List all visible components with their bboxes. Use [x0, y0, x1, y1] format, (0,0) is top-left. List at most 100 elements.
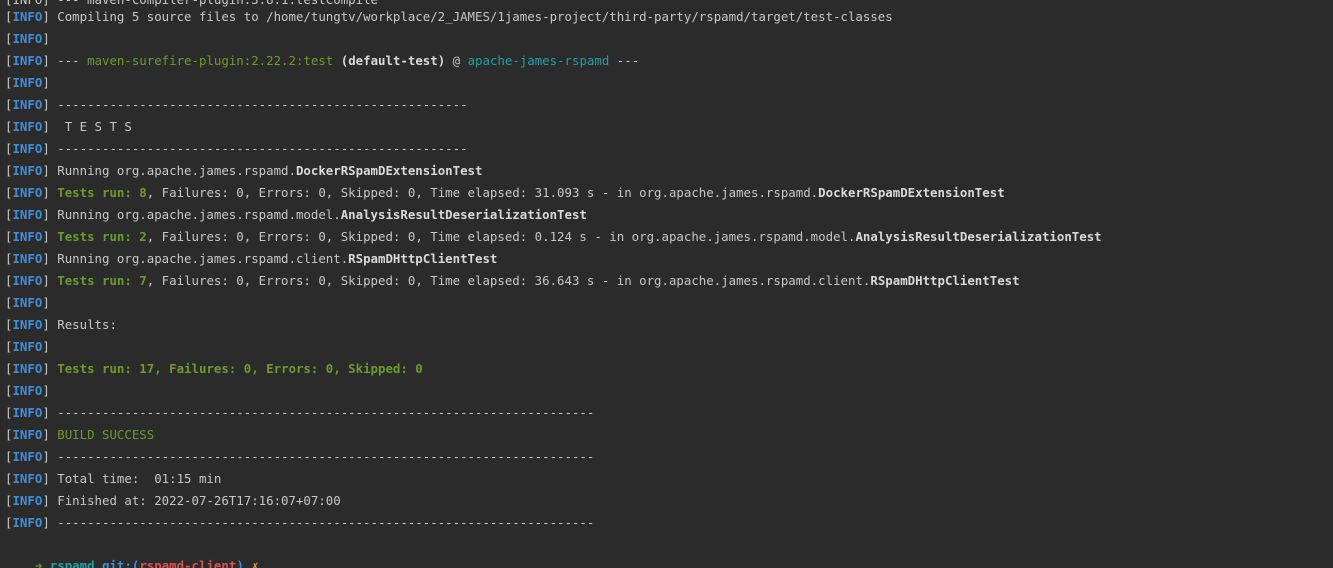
log-level: INFO [12, 383, 43, 398]
log-text: , Failures: 0, Errors: 0, Skipped: 0, Ti… [146, 185, 819, 200]
log-line: [INFO] Tests run: 7, Failures: 0, Errors… [0, 270, 1102, 292]
log-text: BUILD SUCCESS [57, 427, 155, 442]
log-line: [INFO] BUILD SUCCESS [0, 424, 1102, 446]
bracket-close: ] [42, 317, 58, 332]
log-text: Running org.apache.james.rspamd. [57, 163, 296, 178]
dirty-marker-icon: ✗ [251, 558, 259, 568]
log-text: ----------------------------------------… [57, 515, 595, 530]
log-line: [INFO] Finished at: 2022-07-26T17:16:07+… [0, 490, 1102, 512]
bracket-close: ] [42, 251, 58, 266]
log-text: @ [445, 53, 468, 68]
log-level: INFO [12, 75, 43, 90]
bracket-close: ] [42, 273, 58, 288]
bracket-close: ] [42, 31, 58, 46]
bracket-close: ] [42, 427, 58, 442]
log-line: [INFO] T E S T S [0, 116, 1102, 138]
bracket-close: ] [42, 449, 58, 464]
bracket-close: ] [42, 295, 58, 310]
log-level: INFO [12, 207, 43, 222]
log-level: INFO [12, 141, 43, 156]
bracket-close: ] [42, 339, 58, 354]
log-text: --- [609, 53, 640, 68]
bracket-close: ] [42, 75, 58, 90]
log-level: INFO [12, 317, 43, 332]
git-label-close: ) [236, 558, 244, 568]
log-line: [INFO] Compiling 5 source files to /home… [0, 6, 1102, 28]
log-text: ----------------------------------------… [57, 405, 595, 420]
log-line: [INFO] Running org.apache.james.rspamd.c… [0, 248, 1102, 270]
log-line: [INFO] [0, 28, 1102, 50]
terminal-window[interactable]: [INFO] --- maven-compiler-plugin:3.8.1:t… [0, 0, 1333, 568]
log-text: AnalysisResultDeserializationTest [855, 229, 1102, 244]
log-text: apache-james-rspamd [467, 53, 610, 68]
bracket-close: ] [42, 9, 58, 24]
log-line: [INFO] ---------------------------------… [0, 94, 1102, 116]
log-text: Tests run: 8 [57, 185, 147, 200]
log-level: INFO [12, 449, 43, 464]
log-text: , Failures: 0, Errors: 0, Skipped: 0, Ti… [146, 273, 871, 288]
log-level: INFO [12, 295, 43, 310]
log-level: INFO [12, 97, 43, 112]
log-text: ----------------------------------------… [57, 141, 468, 156]
bracket-close: ] [42, 207, 58, 222]
log-text: Tests run: 7 [57, 273, 147, 288]
git-label: git:( [102, 558, 140, 568]
log-level: INFO [12, 53, 43, 68]
bracket-close: ] [42, 185, 58, 200]
log-level: INFO [12, 9, 43, 24]
bracket-close: ] [42, 141, 58, 156]
log-text: ----------------------------------------… [57, 449, 595, 464]
log-level: INFO [12, 251, 43, 266]
bracket-close: ] [42, 97, 58, 112]
log-level: INFO [12, 515, 43, 530]
log-line: [INFO] ---------------------------------… [0, 402, 1102, 424]
git-branch: rspamd-client [139, 558, 237, 568]
log-level: INFO [12, 405, 43, 420]
log-level: INFO [12, 361, 43, 376]
log-level: INFO [12, 273, 43, 288]
log-text: ----------------------------------------… [57, 97, 468, 112]
bracket-close: ] [42, 493, 58, 508]
log-line: [INFO] [0, 380, 1102, 402]
bracket-close: ] [42, 515, 58, 530]
log-text: (default-test) [340, 53, 446, 68]
bracket-close: ] [42, 53, 58, 68]
log-text: Running org.apache.james.rspamd.model. [57, 207, 341, 222]
log-text: RSpamDHttpClientTest [348, 251, 498, 266]
log-text: Tests run: 17, Failures: 0, Errors: 0, S… [57, 361, 423, 376]
log-text: maven-surefire-plugin:2.22.2:test [87, 53, 334, 68]
log-line: [INFO] Tests run: 8, Failures: 0, Errors… [0, 182, 1102, 204]
log-level: INFO [12, 119, 43, 134]
log-text: T E S T S [57, 119, 132, 134]
log-line: [INFO] ---------------------------------… [0, 138, 1102, 160]
log-text: , Failures: 0, Errors: 0, Skipped: 0, Ti… [146, 229, 856, 244]
log-line: [INFO] ---------------------------------… [0, 512, 1102, 534]
log-text: DockerRSpamDExtensionTest [295, 163, 483, 178]
bracket-close: ] [42, 383, 58, 398]
log-line: [INFO] [0, 72, 1102, 94]
log-level: INFO [12, 31, 43, 46]
log-level: INFO [12, 427, 43, 442]
bracket-close: ] [42, 471, 58, 486]
shell-prompt[interactable]: ➜ rspamd git:(rspamd-client) ✗ [0, 533, 259, 568]
log-level: INFO [12, 493, 43, 508]
log-level: INFO [12, 339, 43, 354]
log-line: [INFO] Running org.apache.james.rspamd.D… [0, 160, 1102, 182]
bracket-close: ] [42, 229, 58, 244]
log-text: Running org.apache.james.rspamd.client. [57, 251, 349, 266]
bracket-close: ] [42, 119, 58, 134]
log-text: Results: [57, 317, 117, 332]
log-text: Total time: 01:15 min [57, 471, 222, 486]
log-line: [INFO] [0, 292, 1102, 314]
log-text: AnalysisResultDeserializationTest [340, 207, 587, 222]
log-line: [INFO] [0, 336, 1102, 358]
log-text: Compiling 5 source files to /home/tungtv… [57, 9, 893, 24]
log-level: INFO [12, 229, 43, 244]
log-text: DockerRSpamDExtensionTest [818, 185, 1005, 200]
bracket-close: ] [42, 163, 58, 178]
bracket-close: ] [42, 361, 58, 376]
log-level: INFO [12, 185, 43, 200]
log-text: Tests run: 2 [57, 229, 147, 244]
log-line: [INFO] ---------------------------------… [0, 446, 1102, 468]
